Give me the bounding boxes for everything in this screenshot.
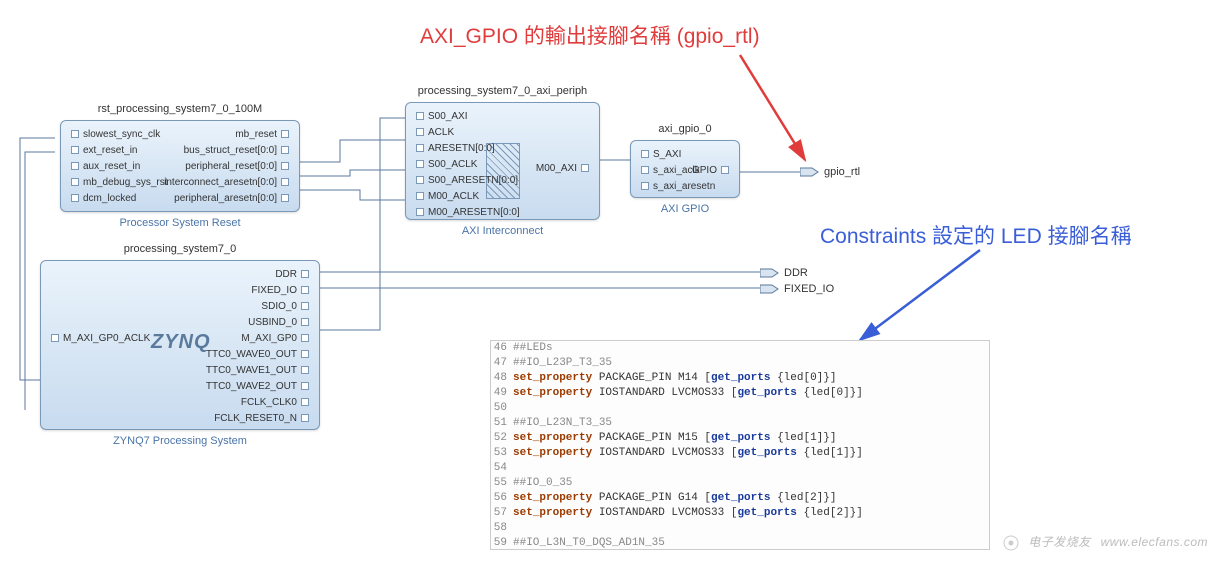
port-usbind-0: USBIND_0 <box>248 315 313 329</box>
ext-port-gpio-rtl: gpio_rtl <box>800 165 860 179</box>
code-line: 50 <box>491 401 989 416</box>
block-zynq-caption: ZYNQ7 Processing System <box>41 435 319 447</box>
zynq-logo: ZYNQ <box>151 331 211 354</box>
block-rst: rst_processing_system7_0_100M Processor … <box>60 120 300 212</box>
block-axi-periph-caption: AXI Interconnect <box>406 225 599 237</box>
port-m-axi-gp0: M_AXI_GP0 <box>241 331 313 345</box>
port-fixed-io: FIXED_IO <box>251 283 313 297</box>
port-aresetn: ARESETN[0:0] <box>412 141 495 155</box>
port-ttc0-wave1-out: TTC0_WAVE1_OUT <box>206 363 313 377</box>
port-fclk-reset0-n: FCLK_RESET0_N <box>214 411 313 425</box>
constraints-code: 46##LEDs47##IO_L23P_T3_3548set_property … <box>490 340 990 550</box>
port-slowest-sync-clk: slowest_sync_clk <box>67 127 160 141</box>
watermark-text: 电子发烧友 <box>1028 535 1091 549</box>
port-m-axi-gp0-aclk: M_AXI_GP0_ACLK <box>47 331 150 345</box>
port-dcm-locked: dcm_locked <box>67 191 136 205</box>
ext-port-fixed-io-label: FIXED_IO <box>784 283 834 295</box>
block-axi-gpio: axi_gpio_0 AXI GPIO S_AXI s_axi_aclk s_a… <box>630 140 740 198</box>
port-s-axi-aresetn: s_axi_aresetn <box>637 179 715 193</box>
block-rst-caption: Processor System Reset <box>61 217 299 229</box>
port-peripheral-aresetn: peripheral_aresetn[0:0] <box>174 191 293 205</box>
block-axi-gpio-title: axi_gpio_0 <box>631 123 739 135</box>
ext-port-ddr: DDR <box>760 266 808 280</box>
port-gpio: GPIO <box>692 163 733 177</box>
port-s00-aclk: S00_ACLK <box>412 157 477 171</box>
port-m00-aclk: M00_ACLK <box>412 189 479 203</box>
block-zynq-title: processing_system7_0 <box>41 243 319 255</box>
code-line: 55##IO_0_35 <box>491 476 989 491</box>
watermark-url: www.elecfans.com <box>1101 535 1208 549</box>
code-line: 58 <box>491 521 989 536</box>
block-axi-periph-title: processing_system7_0_axi_periph <box>406 85 599 97</box>
watermark-icon <box>1002 534 1020 552</box>
code-line: 47##IO_L23P_T3_35 <box>491 356 989 371</box>
code-line: 59##IO_L3N_T0_DQS_AD1N_35 <box>491 536 989 550</box>
ext-port-fixed-io: FIXED_IO <box>760 282 834 296</box>
block-rst-title: rst_processing_system7_0_100M <box>61 103 299 115</box>
port-ddr: DDR <box>275 267 313 281</box>
port-ttc0-wave2-out: TTC0_WAVE2_OUT <box>206 379 313 393</box>
port-sdio-0: SDIO_0 <box>261 299 313 313</box>
port-interconnect-aresetn: interconnect_aresetn[0:0] <box>164 175 293 189</box>
port-ext-reset-in: ext_reset_in <box>67 143 137 157</box>
ext-port-gpio-rtl-label: gpio_rtl <box>824 166 860 178</box>
code-line: 49set_property IOSTANDARD LVCMOS33 [get_… <box>491 386 989 401</box>
code-line: 54 <box>491 461 989 476</box>
code-line: 52set_property PACKAGE_PIN M15 [get_port… <box>491 431 989 446</box>
code-line: 46##LEDs <box>491 341 989 356</box>
port-m00-aresetn: M00_ARESETN[0:0] <box>412 205 520 219</box>
port-mb-debug-sys-rst: mb_debug_sys_rst <box>67 175 168 189</box>
code-line: 57set_property IOSTANDARD LVCMOS33 [get_… <box>491 506 989 521</box>
code-line: 53set_property IOSTANDARD LVCMOS33 [get_… <box>491 446 989 461</box>
port-mb-reset: mb_reset <box>235 127 293 141</box>
port-aclk: ACLK <box>412 125 454 139</box>
port-s00-axi: S00_AXI <box>412 109 467 123</box>
code-line: 51##IO_L23N_T3_35 <box>491 416 989 431</box>
code-line: 48set_property PACKAGE_PIN M14 [get_port… <box>491 371 989 386</box>
port-aux-reset-in: aux_reset_in <box>67 159 140 173</box>
block-axi-periph: processing_system7_0_axi_periph AXI Inte… <box>405 102 600 220</box>
port-m00-axi: M00_AXI <box>536 161 593 175</box>
port-s-axi: S_AXI <box>637 147 681 161</box>
block-axi-gpio-caption: AXI GPIO <box>631 203 739 215</box>
code-line: 56set_property PACKAGE_PIN G14 [get_port… <box>491 491 989 506</box>
port-ttc0-wave0-out: TTC0_WAVE0_OUT <box>206 347 313 361</box>
ext-port-ddr-label: DDR <box>784 267 808 279</box>
annotation-constraints: Constraints 設定的 LED 接腳名稱 <box>820 220 1132 250</box>
port-bus-struct-reset: bus_struct_reset[0:0] <box>184 143 293 157</box>
annotation-axi-gpio: AXI_GPIO 的輸出接腳名稱 (gpio_rtl) <box>420 20 760 50</box>
port-s00-aresetn: S00_ARESETN[0:0] <box>412 173 518 187</box>
block-zynq: processing_system7_0 ZYNQ7 Processing Sy… <box>40 260 320 430</box>
port-peripheral-reset: peripheral_reset[0:0] <box>185 159 293 173</box>
port-s-axi-aclk: s_axi_aclk <box>637 163 700 177</box>
port-fclk-clk0: FCLK_CLK0 <box>241 395 313 409</box>
watermark: 电子发烧友 www.elecfans.com <box>1002 533 1208 552</box>
